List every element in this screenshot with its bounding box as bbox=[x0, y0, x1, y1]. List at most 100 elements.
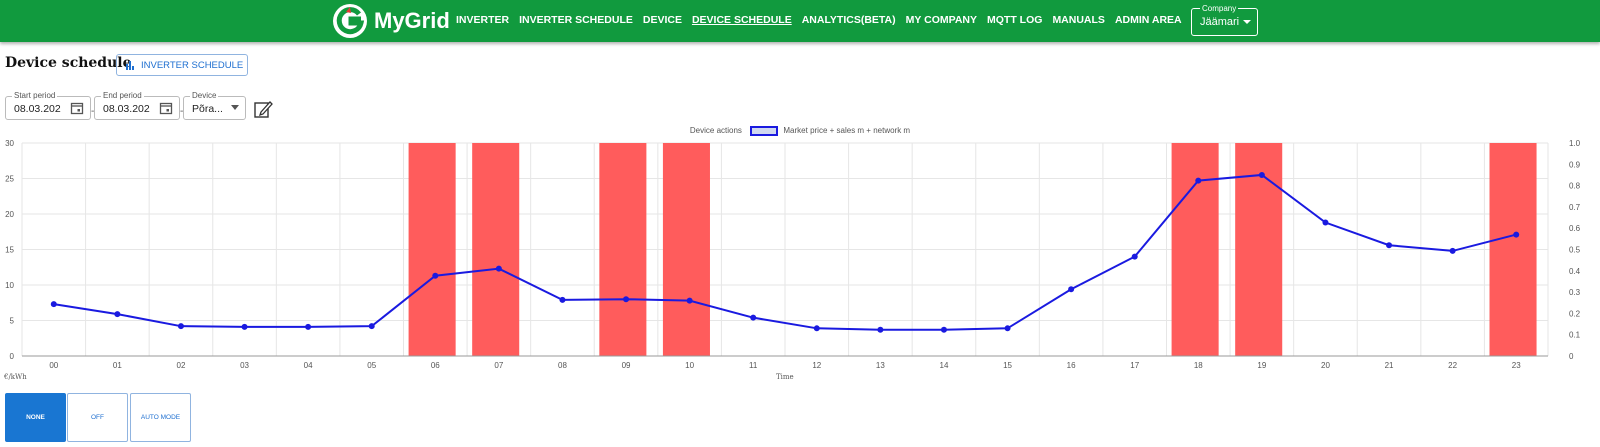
price-point-15[interactable] bbox=[1004, 325, 1011, 332]
action-bar-09[interactable] bbox=[599, 143, 647, 356]
nav-item-my-company[interactable]: MY COMPANY bbox=[906, 14, 977, 26]
nav-item-manuals[interactable]: MANUALS bbox=[1052, 14, 1105, 26]
y-tick-label: 30 bbox=[5, 139, 14, 148]
price-point-18[interactable] bbox=[1195, 177, 1202, 184]
company-value: Jäämari bbox=[1200, 16, 1240, 28]
x-tick-label: 23 bbox=[1512, 361, 1521, 370]
mode-button-off[interactable]: OFF bbox=[67, 393, 128, 442]
x-tick-label: 11 bbox=[749, 361, 758, 370]
price-point-16[interactable] bbox=[1068, 286, 1075, 293]
action-bar-06[interactable] bbox=[408, 143, 456, 356]
bar-chart-icon bbox=[126, 61, 134, 70]
price-point-05[interactable] bbox=[368, 323, 375, 330]
price-point-20[interactable] bbox=[1322, 219, 1329, 226]
price-point-06[interactable] bbox=[432, 272, 439, 279]
edit-icon[interactable] bbox=[253, 99, 273, 119]
price-point-09[interactable] bbox=[623, 296, 630, 303]
y2-tick-label: 0.1 bbox=[1569, 331, 1581, 340]
start-period-label: Start period bbox=[12, 91, 58, 100]
y2-tick-label: 0.9 bbox=[1569, 160, 1581, 169]
device-label: Device bbox=[190, 91, 219, 100]
price-point-21[interactable] bbox=[1386, 242, 1393, 249]
y2-tick-label: 0.2 bbox=[1569, 309, 1581, 318]
mode-button-auto-mode[interactable]: AUTO MODE bbox=[130, 393, 191, 442]
action-bar-23[interactable] bbox=[1489, 143, 1537, 356]
price-point-19[interactable] bbox=[1258, 171, 1265, 178]
action-bar-07[interactable] bbox=[472, 143, 520, 356]
calendar-icon[interactable] bbox=[159, 101, 173, 115]
nav-item-mqtt-log[interactable]: MQTT LOG bbox=[987, 14, 1042, 26]
inverter-schedule-button[interactable]: INVERTER SCHEDULE bbox=[116, 54, 248, 76]
price-point-10[interactable] bbox=[686, 297, 693, 304]
x-tick-label: 15 bbox=[1003, 361, 1012, 370]
device-value: Põra... bbox=[192, 103, 223, 115]
brand-name[interactable]: MyGrid bbox=[374, 8, 450, 34]
y2-tick-label: 0.6 bbox=[1569, 224, 1581, 233]
price-point-22[interactable] bbox=[1449, 247, 1456, 254]
inverter-schedule-label: INVERTER SCHEDULE bbox=[141, 59, 244, 71]
mygrid-logo-icon[interactable] bbox=[332, 3, 368, 39]
price-point-07[interactable] bbox=[495, 265, 502, 272]
x-tick-label: 16 bbox=[1067, 361, 1076, 370]
x-tick-label: 21 bbox=[1385, 361, 1394, 370]
x-tick-label: 06 bbox=[431, 361, 440, 370]
nav-item-device[interactable]: DEVICE bbox=[643, 14, 682, 26]
x-tick-label: 04 bbox=[304, 361, 313, 370]
y-tick-label: 10 bbox=[5, 281, 14, 290]
price-point-01[interactable] bbox=[114, 311, 121, 318]
y2-tick-label: 0.5 bbox=[1569, 246, 1581, 255]
price-point-00[interactable] bbox=[50, 301, 57, 308]
y2-tick-label: 0 bbox=[1569, 352, 1574, 361]
end-period-field[interactable]: End period 08.03.202 bbox=[94, 91, 180, 120]
y-tick-label: 25 bbox=[5, 175, 14, 184]
action-bar-18[interactable] bbox=[1171, 143, 1219, 356]
price-point-08[interactable] bbox=[559, 296, 566, 303]
company-label: Company bbox=[1200, 4, 1239, 13]
price-point-03[interactable] bbox=[241, 323, 248, 330]
start-period-field[interactable]: Start period 08.03.202 bbox=[5, 91, 91, 120]
y-tick-label: 0 bbox=[10, 352, 15, 361]
x-tick-label: 10 bbox=[685, 361, 694, 370]
x-tick-label: 20 bbox=[1321, 361, 1330, 370]
x-tick-label: 12 bbox=[812, 361, 821, 370]
x-tick-label: 22 bbox=[1448, 361, 1457, 370]
nav-item-analytics-beta[interactable]: ANALYTICS(BETA) bbox=[802, 14, 896, 26]
device-select[interactable]: Device Põra... bbox=[183, 91, 246, 120]
x-tick-label: 03 bbox=[240, 361, 249, 370]
price-point-04[interactable] bbox=[305, 323, 312, 330]
calendar-icon[interactable] bbox=[70, 101, 84, 115]
y2-tick-label: 0.8 bbox=[1569, 182, 1581, 191]
price-point-14[interactable] bbox=[940, 326, 947, 333]
x-tick-label: 14 bbox=[940, 361, 949, 370]
action-bar-10[interactable] bbox=[662, 143, 710, 356]
price-point-23[interactable] bbox=[1513, 231, 1520, 238]
top-navbar: MyGrid INVERTER INVERTER SCHEDULE DEVICE DE… bbox=[0, 0, 1600, 42]
y2-tick-label: 0.3 bbox=[1569, 288, 1581, 297]
nav-item-inverter-schedule[interactable]: INVERTER SCHEDULE bbox=[519, 14, 633, 26]
x-tick-label: 08 bbox=[558, 361, 567, 370]
main-nav: INVERTER INVERTER SCHEDULE DEVICE DEVICE SC… bbox=[456, 14, 1182, 26]
price-point-12[interactable] bbox=[813, 325, 820, 332]
x-tick-label: 01 bbox=[113, 361, 122, 370]
nav-item-admin-area[interactable]: ADMIN AREA bbox=[1115, 14, 1182, 26]
x-tick-label: 17 bbox=[1130, 361, 1139, 370]
nav-item-inverter[interactable]: INVERTER bbox=[456, 14, 509, 26]
end-period-label: End period bbox=[101, 91, 144, 100]
nav-item-device-schedule[interactable]: DEVICE SCHEDULE bbox=[692, 14, 792, 26]
x-tick-label: 02 bbox=[177, 361, 186, 370]
page-title: Device schedule bbox=[5, 55, 132, 71]
price-point-11[interactable] bbox=[750, 314, 757, 321]
price-point-02[interactable] bbox=[177, 323, 184, 330]
x-axis-title: Time bbox=[776, 373, 794, 381]
chevron-down-icon bbox=[1243, 20, 1251, 24]
x-tick-label: 00 bbox=[49, 361, 58, 370]
end-period-value: 08.03.202 bbox=[103, 103, 150, 115]
y-tick-label: 15 bbox=[5, 246, 14, 255]
price-point-13[interactable] bbox=[877, 326, 884, 333]
mode-button-none[interactable]: NONE bbox=[5, 393, 66, 442]
start-period-value: 08.03.202 bbox=[14, 103, 61, 115]
price-point-17[interactable] bbox=[1131, 253, 1138, 260]
y2-tick-label: 0.7 bbox=[1569, 203, 1581, 212]
company-select[interactable]: Company Jäämari bbox=[1191, 4, 1258, 36]
x-tick-label: 07 bbox=[494, 361, 503, 370]
